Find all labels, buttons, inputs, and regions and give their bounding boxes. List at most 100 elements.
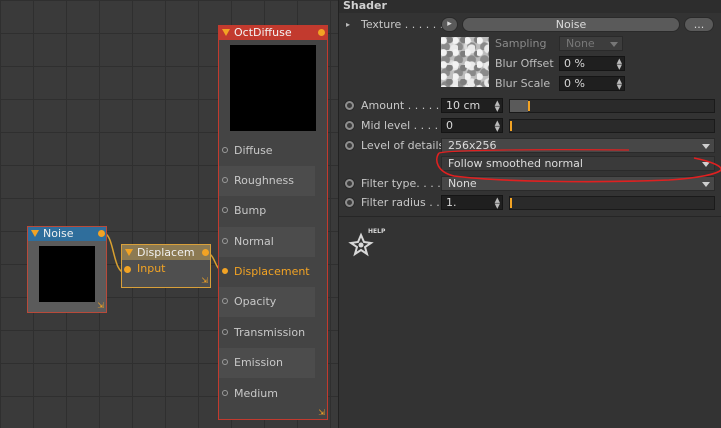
resize-handle-icon[interactable]: ⇲: [201, 277, 208, 285]
port-label: Roughness: [234, 174, 295, 187]
amount-slider[interactable]: [509, 99, 715, 113]
spinner-icon[interactable]: ▲ ▼: [495, 120, 500, 133]
port-diffuse[interactable]: Diffuse: [219, 136, 315, 166]
port-label: Emission: [234, 356, 283, 369]
dropdown-arrow-icon: [702, 144, 710, 149]
radio-icon[interactable]: [344, 197, 355, 208]
displacement-node[interactable]: Displacem Input ⇲: [121, 244, 211, 288]
port-normal[interactable]: Normal: [219, 227, 315, 257]
amount-value: 10 cm: [446, 99, 481, 112]
mid-level-value: 0: [446, 119, 453, 132]
filter-type-dropdown[interactable]: None: [441, 176, 715, 191]
filter-radius-row: Filter radius . . 1. ▲ ▼: [339, 194, 721, 212]
port-opacity[interactable]: Opacity: [219, 287, 315, 317]
texture-shader-button[interactable]: Noise: [462, 17, 680, 32]
port-dot-icon[interactable]: [222, 359, 228, 365]
port-emission[interactable]: Emission: [219, 348, 315, 378]
displacement-node-header[interactable]: Displacem: [122, 245, 210, 260]
texture-label: Texture . . . . . .: [361, 18, 444, 31]
output-port-dot-icon[interactable]: [202, 249, 209, 256]
displacement-node-title: Displacem: [137, 246, 195, 259]
port-dot-icon[interactable]: [222, 207, 228, 213]
output-port-dot-icon[interactable]: [318, 29, 325, 36]
texture-play-button[interactable]: ▸: [441, 17, 458, 32]
port-medium[interactable]: Medium: [219, 379, 315, 409]
port-label: Normal: [234, 235, 274, 248]
amount-label: Amount . . . . .: [361, 99, 440, 112]
port-dot-icon[interactable]: [222, 390, 228, 396]
spinner-icon[interactable]: ▲ ▼: [495, 100, 500, 113]
node-editor[interactable]: Noise ⇲ Displacem Input ⇲ OctDiffuse Dif…: [0, 0, 338, 428]
resize-handle-icon[interactable]: ⇲: [318, 409, 325, 417]
radio-icon[interactable]: [344, 100, 355, 111]
blur-offset-value: 0 %: [564, 57, 585, 70]
blur-offset-field[interactable]: 0 % ▲ ▼: [559, 56, 625, 71]
octdiffuse-preview: [230, 45, 316, 131]
octdiffuse-node[interactable]: OctDiffuse Diffuse Roughness Bump Normal…: [218, 25, 328, 420]
slider-knob[interactable]: [528, 101, 530, 111]
octdiffuse-node-header[interactable]: OctDiffuse: [219, 26, 327, 40]
amount-field[interactable]: 10 cm ▲ ▼: [441, 98, 503, 113]
port-dot-icon[interactable]: [222, 298, 228, 304]
level-of-details-dropdown[interactable]: 256x256: [441, 138, 715, 153]
port-roughness[interactable]: Roughness: [219, 166, 315, 196]
port-dot-icon[interactable]: [222, 238, 228, 244]
port-dot-icon[interactable]: [222, 177, 228, 183]
port-label: Diffuse: [234, 144, 273, 157]
port-bump[interactable]: Bump: [219, 196, 315, 226]
filter-radius-slider[interactable]: [509, 196, 715, 210]
port-label: Bump: [234, 204, 267, 217]
level-of-details-label: Level of details: [361, 139, 445, 152]
help-label: HELP: [368, 228, 386, 235]
slider-knob[interactable]: [510, 121, 512, 131]
texture-more-button[interactable]: ...: [684, 17, 714, 32]
filter-radius-value: 1.: [446, 196, 457, 209]
texture-row: ▸ Texture . . . . . . ▸ Noise ...: [339, 16, 721, 34]
radio-icon[interactable]: [344, 140, 355, 151]
collapse-triangle-icon[interactable]: [125, 249, 133, 256]
spinner-icon[interactable]: ▲ ▼: [495, 197, 500, 210]
noise-node-title: Noise: [43, 227, 74, 240]
slider-knob[interactable]: [510, 198, 512, 208]
noise-node[interactable]: Noise ⇲: [27, 226, 107, 313]
dropdown-arrow-icon: [610, 42, 618, 47]
dropdown-arrow-icon: [702, 162, 710, 167]
level-of-details-value: 256x256: [448, 139, 497, 152]
port-dot-icon[interactable]: [222, 329, 228, 335]
expand-arrow-icon[interactable]: ▸: [346, 16, 350, 34]
filter-type-row: Filter type. . . . None: [339, 175, 721, 193]
input-port-dot-icon[interactable]: [124, 266, 131, 273]
blur-offset-row: Blur Offset 0 % ▲ ▼: [339, 55, 721, 73]
normal-mode-dropdown[interactable]: Follow smoothed normal: [441, 156, 715, 171]
blur-scale-row: Blur Scale 0 % ▲ ▼: [339, 75, 721, 93]
input-port-label: Input: [137, 262, 166, 275]
mid-level-slider[interactable]: [509, 119, 715, 133]
noise-node-header[interactable]: Noise: [28, 227, 106, 241]
radio-icon[interactable]: [344, 178, 355, 189]
collapse-triangle-icon[interactable]: [222, 29, 230, 36]
port-transmission[interactable]: Transmission: [219, 318, 315, 348]
mid-level-row: Mid level . . . . 0 ▲ ▼: [339, 117, 721, 135]
filter-radius-field[interactable]: 1. ▲ ▼: [441, 195, 503, 210]
level-of-details-row: Level of details 256x256: [339, 137, 721, 155]
help-icon[interactable]: HELP: [347, 228, 387, 260]
filter-radius-label: Filter radius . .: [361, 196, 440, 209]
filter-type-value: None: [448, 177, 477, 190]
output-port-dot-icon[interactable]: [98, 230, 105, 237]
slider-fill: [510, 100, 528, 112]
section-divider: [339, 216, 721, 217]
resize-handle-icon[interactable]: ⇲: [97, 302, 104, 310]
port-dot-icon[interactable]: [222, 268, 228, 274]
sampling-dropdown[interactable]: None: [559, 36, 623, 51]
blur-scale-field[interactable]: 0 % ▲ ▼: [559, 76, 625, 91]
spinner-icon[interactable]: ▲ ▼: [617, 78, 622, 91]
collapse-triangle-icon[interactable]: [31, 230, 39, 237]
spinner-icon[interactable]: ▲ ▼: [617, 58, 622, 71]
radio-icon[interactable]: [344, 120, 355, 131]
mid-level-field[interactable]: 0 ▲ ▼: [441, 118, 503, 133]
port-dot-icon[interactable]: [222, 147, 228, 153]
port-displacement[interactable]: Displacement: [219, 257, 315, 287]
port-label: Opacity: [234, 295, 277, 308]
displacement-input-port[interactable]: Input: [122, 260, 210, 278]
normal-mode-row: Follow smoothed normal: [339, 155, 721, 173]
